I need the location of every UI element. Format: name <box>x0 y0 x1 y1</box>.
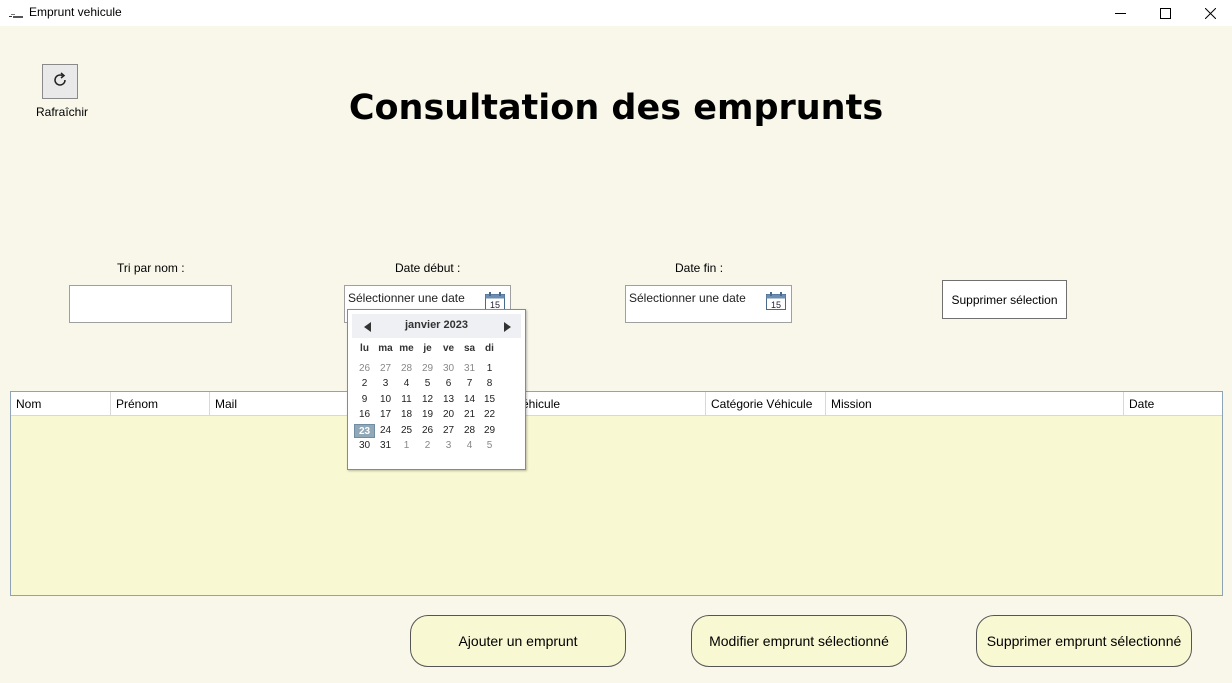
column-header-nom[interactable]: Nom <box>11 392 111 415</box>
calendar-day[interactable]: 2 <box>354 377 375 391</box>
window-title: Emprunt vehicule <box>29 5 122 19</box>
calendar-day[interactable]: 12 <box>417 393 438 407</box>
calendar-day[interactable]: 16 <box>354 408 375 422</box>
calendar-day[interactable]: 24 <box>375 424 396 438</box>
maximize-icon <box>1159 7 1171 19</box>
calendar-day[interactable]: 8 <box>479 377 500 391</box>
calendar-day[interactable]: 5 <box>417 377 438 391</box>
next-month-icon[interactable] <box>503 321 511 335</box>
day-of-week-label: di <box>485 343 494 354</box>
app-icon <box>9 9 23 18</box>
calendar-day[interactable]: 31 <box>459 362 480 376</box>
calendar-day[interactable]: 17 <box>375 408 396 422</box>
calendar-icon[interactable]: 15 <box>766 292 786 313</box>
calendar-day[interactable]: 10 <box>375 393 396 407</box>
day-of-week-label: me <box>399 343 414 354</box>
day-of-week-label: ma <box>378 343 393 354</box>
day-of-week-label: ve <box>442 343 455 354</box>
close-button[interactable] <box>1187 0 1232 26</box>
clear-selection-button[interactable]: Supprimer sélection <box>942 280 1067 319</box>
name-filter-label: Tri par nom : <box>117 261 185 275</box>
calendar-day[interactable]: 29 <box>479 424 500 438</box>
calendar-header: janvier 2023 <box>352 314 521 338</box>
grid-header: Nom Prénom Mail Véhicule Catégorie Véhic… <box>11 392 1222 416</box>
calendar-day[interactable]: 27 <box>438 424 459 438</box>
calendar-popup[interactable]: janvier 2023 lu ma me je ve sa di 26 27 28 29 30 31 1… <box>347 309 526 470</box>
calendar-day[interactable]: 15 <box>479 393 500 407</box>
calendar-day[interactable]: 3 <box>375 377 396 391</box>
end-date-placeholder: Sélectionner une date <box>629 291 746 305</box>
column-header-date[interactable]: Date <box>1124 392 1222 415</box>
calendar-day[interactable]: 25 <box>396 424 417 438</box>
minimize-button[interactable] <box>1097 0 1143 26</box>
add-loan-button[interactable]: Ajouter un emprunt <box>410 615 626 667</box>
svg-text:15: 15 <box>771 300 781 310</box>
loans-grid[interactable]: Nom Prénom Mail Véhicule Catégorie Véhic… <box>10 391 1223 596</box>
close-icon <box>1204 7 1216 19</box>
title-bar: Emprunt vehicule <box>0 0 1232 26</box>
calendar-day[interactable]: 4 <box>459 439 480 453</box>
delete-loan-button[interactable]: Supprimer emprunt sélectionné <box>976 615 1192 667</box>
calendar-day[interactable]: 28 <box>459 424 480 438</box>
column-header-mission[interactable]: Mission <box>826 392 1124 415</box>
calendar-day[interactable]: 19 <box>417 408 438 422</box>
calendar-day[interactable]: 11 <box>396 393 417 407</box>
calendar-day[interactable]: 30 <box>438 362 459 376</box>
day-of-week-label: sa <box>463 343 476 354</box>
calendar-day[interactable]: 27 <box>375 362 396 376</box>
calendar-day[interactable]: 14 <box>459 393 480 407</box>
calendar-day[interactable]: 28 <box>396 362 417 376</box>
calendar-day[interactable]: 6 <box>438 377 459 391</box>
end-date-label: Date fin : <box>675 261 724 275</box>
calendar-day[interactable]: 3 <box>438 439 459 453</box>
edit-loan-button[interactable]: Modifier emprunt sélectionné <box>691 615 907 667</box>
calendar-day[interactable]: 1 <box>396 439 417 453</box>
calendar-day[interactable]: 5 <box>479 439 500 453</box>
day-of-week-label: je <box>423 343 432 354</box>
calendar-day[interactable]: 9 <box>354 393 375 407</box>
calendar-day[interactable]: 31 <box>375 439 396 453</box>
calendar-day[interactable]: 26 <box>354 362 375 376</box>
calendar-day-today[interactable]: 23 <box>354 423 375 438</box>
calendar-day[interactable]: 26 <box>417 424 438 438</box>
calendar-day[interactable]: 30 <box>354 439 375 453</box>
calendar-day[interactable]: 1 <box>479 362 500 376</box>
calendar-day[interactable]: 7 <box>459 377 480 391</box>
column-header-prenom[interactable]: Prénom <box>111 392 210 415</box>
calendar-day[interactable]: 20 <box>438 408 459 422</box>
page-title: Consultation des emprunts <box>348 88 884 128</box>
calendar-day[interactable]: 2 <box>417 439 438 453</box>
calendar-day[interactable]: 4 <box>396 377 417 391</box>
minimize-icon <box>1114 8 1126 19</box>
column-header-vehicule[interactable]: Véhicule <box>509 392 706 415</box>
day-of-week-label: lu <box>360 343 369 354</box>
calendar-day[interactable]: 13 <box>438 393 459 407</box>
calendar-day[interactable]: 18 <box>396 408 417 422</box>
end-date-picker[interactable]: Sélectionner une date 15 <box>625 285 792 323</box>
name-filter-input[interactable] <box>69 285 232 323</box>
calendar-day[interactable]: 21 <box>459 408 480 422</box>
calendar-day[interactable]: 29 <box>417 362 438 376</box>
start-date-label: Date début : <box>395 261 461 275</box>
column-header-categorie[interactable]: Catégorie Véhicule <box>706 392 826 415</box>
start-date-placeholder: Sélectionner une date <box>348 291 465 305</box>
maximize-button[interactable] <box>1142 0 1188 26</box>
calendar-month-title[interactable]: janvier 2023 <box>352 319 521 331</box>
calendar-day[interactable]: 22 <box>479 408 500 422</box>
